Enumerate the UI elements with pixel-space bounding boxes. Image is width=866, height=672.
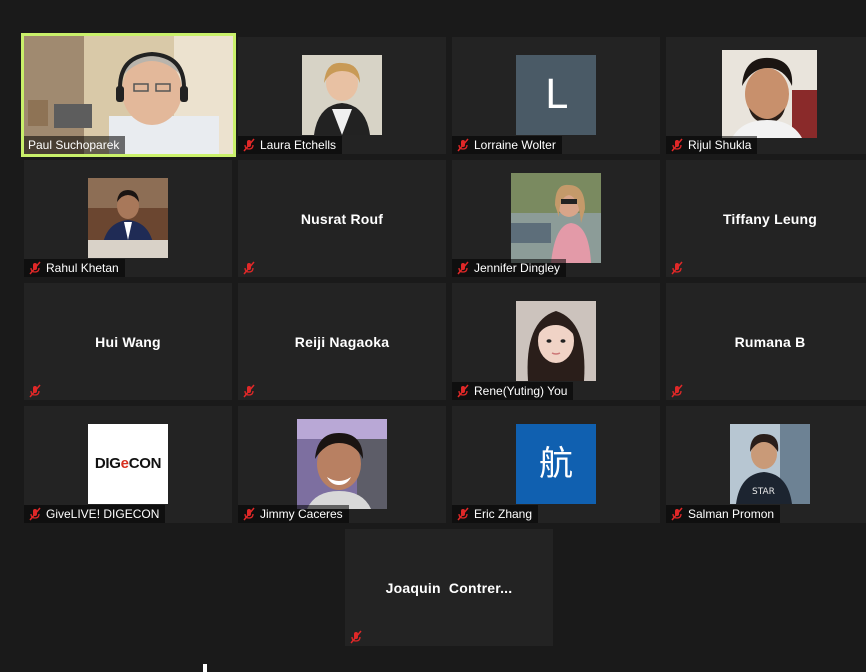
participant-name-label: [24, 382, 52, 400]
participant-tile-nusrat-rouf[interactable]: Nusrat Rouf: [238, 160, 446, 277]
participant-tile-eric-zhang[interactable]: 航 Eric Zhang: [452, 406, 660, 523]
mic-muted-icon: [671, 261, 683, 275]
cjk-avatar: 航: [516, 424, 596, 504]
mic-muted-icon: [671, 138, 683, 152]
svg-text:STAR: STAR: [752, 487, 775, 497]
letter-avatar: L: [516, 55, 596, 135]
mic-muted-icon: [29, 507, 41, 521]
participant-tile-joaquin-contreras[interactable]: Joaquin Contrer...: [345, 529, 553, 646]
mic-muted-icon: [243, 261, 255, 275]
participant-name-label: Rahul Khetan: [24, 259, 125, 277]
participant-name-label: Jennifer Dingley: [452, 259, 567, 277]
mic-muted-icon: [671, 507, 683, 521]
participant-name-label: Paul Suchoparek: [24, 136, 126, 154]
video-gallery: Paul Suchoparek Laura Etchells L Lorrain…: [0, 0, 866, 672]
mouse-cursor: [203, 664, 207, 672]
participant-tile-laura-etchells[interactable]: Laura Etchells: [238, 37, 446, 154]
mic-muted-icon: [457, 507, 469, 521]
participant-tile-paul-suchoparek[interactable]: Paul Suchoparek: [21, 33, 236, 157]
participant-display-name: Nusrat Rouf: [300, 210, 384, 227]
mic-muted-icon: [671, 384, 683, 398]
participant-name-label: [238, 382, 266, 400]
participant-tile-jennifer-dingley[interactable]: Jennifer Dingley: [452, 160, 660, 277]
mic-muted-icon: [350, 630, 362, 644]
participant-tile-hui-wang[interactable]: Hui Wang: [24, 283, 232, 400]
participant-name-label: Rene(Yuting) You: [452, 382, 574, 400]
participant-display-name: Tiffany Leung: [722, 210, 818, 227]
participant-display-name: Reiji Nagaoka: [294, 333, 390, 350]
participant-name-label: Laura Etchells: [238, 136, 343, 154]
avatar: [297, 419, 387, 509]
participant-name-label: [666, 382, 694, 400]
avatar: [516, 301, 596, 381]
participant-tile-salman-promon[interactable]: STAR Salman Promon: [666, 406, 866, 523]
participant-tile-tiffany-leung[interactable]: Tiffany Leung: [666, 160, 866, 277]
participant-tile-rumana-b[interactable]: Rumana B: [666, 283, 866, 400]
participant-name-label: Eric Zhang: [452, 505, 539, 523]
participant-tile-givelive-digecon[interactable]: DIGeCON GiveLIVE! DIGECON: [24, 406, 232, 523]
participant-name-label: Rijul Shukla: [666, 136, 758, 154]
mic-muted-icon: [457, 384, 469, 398]
mic-muted-icon: [243, 384, 255, 398]
participant-name-label: Salman Promon: [666, 505, 781, 523]
participant-tile-lorraine-wolter[interactable]: L Lorraine Wolter: [452, 37, 660, 154]
mic-muted-icon: [457, 261, 469, 275]
avatar: [511, 173, 601, 263]
avatar: [722, 50, 817, 138]
mic-muted-icon: [29, 384, 41, 398]
mic-muted-icon: [457, 138, 469, 152]
mic-muted-icon: [29, 261, 41, 275]
participant-tile-rene-yuting-you[interactable]: Rene(Yuting) You: [452, 283, 660, 400]
mic-muted-icon: [243, 507, 255, 521]
participant-tile-jimmy-caceres[interactable]: Jimmy Caceres: [238, 406, 446, 523]
digecon-logo: DIGeCON: [88, 424, 168, 504]
participant-name-label: [238, 259, 266, 277]
participant-display-name: Rumana B: [734, 333, 806, 350]
participant-tile-rahul-khetan[interactable]: Rahul Khetan: [24, 160, 232, 277]
avatar: [302, 55, 382, 135]
mic-muted-icon: [243, 138, 255, 152]
avatar: STAR: [730, 424, 810, 504]
participant-display-name: Hui Wang: [95, 333, 161, 350]
participant-tile-reiji-nagaoka[interactable]: Reiji Nagaoka: [238, 283, 446, 400]
participant-tile-rijul-shukla[interactable]: Rijul Shukla: [666, 37, 866, 154]
participant-name-label: [666, 259, 694, 277]
participant-display-name: Joaquin Contrer...: [385, 579, 513, 596]
participant-name-label: Jimmy Caceres: [238, 505, 349, 523]
participant-name-label: Lorraine Wolter: [452, 136, 562, 154]
participant-name-label: GiveLIVE! DIGECON: [24, 505, 166, 523]
participant-name-label: [345, 628, 373, 646]
avatar: [88, 178, 168, 258]
